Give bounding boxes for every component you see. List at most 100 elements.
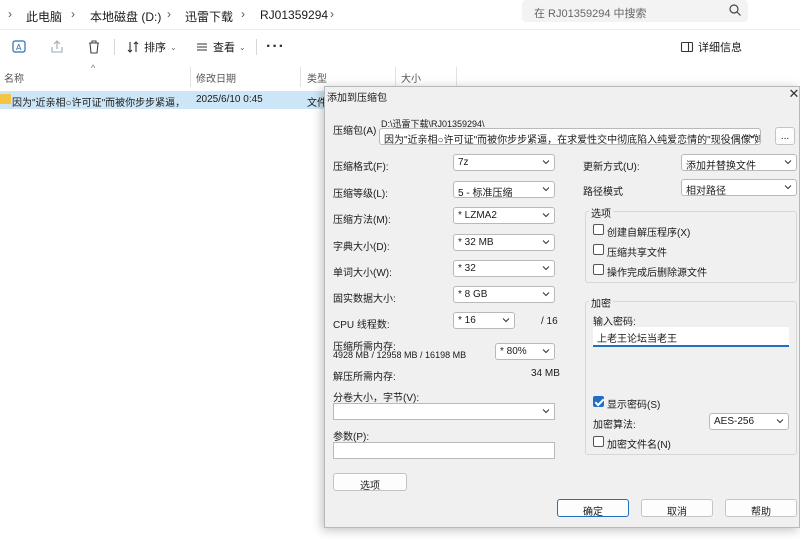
delete-icon[interactable] <box>85 38 103 56</box>
format-label: 压缩格式(F): <box>333 162 389 173</box>
word-size-label: 单词大小(W): <box>333 268 392 279</box>
chevron-down-icon <box>542 187 550 192</box>
breadcrumb-current[interactable]: RJ01359294 <box>260 8 328 22</box>
folder-icon <box>0 94 11 104</box>
column-divider[interactable] <box>300 67 301 87</box>
dialog-title: 添加到压缩包 <box>327 93 387 104</box>
add-to-archive-dialog: 添加到压缩包 ✕ 压缩包(A) D:\迅雷下载\RJ01359294\ 因为"近… <box>324 86 800 528</box>
archive-name-value: 因为"近亲相○许可证"而被你步步紧逼，在求爱性交中彻底陷入纯爱恋情的"现役偶像"… <box>384 135 761 145</box>
decompress-memory-label: 解压所需内存: <box>333 372 396 383</box>
column-size[interactable]: 大小 <box>401 70 421 85</box>
encrypt-names-label[interactable]: 加密文件名(N) <box>607 436 671 451</box>
more-button[interactable]: ··· <box>266 38 285 56</box>
column-divider[interactable] <box>456 67 457 87</box>
view-label: 查看 <box>213 42 235 54</box>
breadcrumb-folder[interactable]: 迅雷下载 <box>185 8 233 25</box>
method-value: * LZMA2 <box>458 210 497 221</box>
threads-label: CPU 线程数: <box>333 320 390 331</box>
browse-button[interactable]: ... <box>775 127 795 145</box>
close-icon[interactable]: ✕ <box>787 87 800 101</box>
encrypt-names-checkbox[interactable] <box>593 436 604 447</box>
update-mode-label: 更新方式(U): <box>583 162 640 173</box>
level-value: 5 - 标准压缩 <box>458 188 513 198</box>
chevron-right-icon: › <box>330 7 334 21</box>
solid-size-select[interactable]: * 8 GB <box>453 286 555 303</box>
chevron-down-icon <box>748 134 756 139</box>
toolbar-divider <box>256 39 257 55</box>
level-select[interactable]: 5 - 标准压缩 <box>453 181 555 198</box>
help-button[interactable]: 帮助 <box>725 499 797 518</box>
level-label: 压缩等级(L): <box>333 189 388 200</box>
ok-button[interactable]: 确定 <box>557 499 629 518</box>
sort-button[interactable]: 排序 ⌄ <box>126 38 177 56</box>
details-pane-icon <box>680 41 694 53</box>
threads-select[interactable]: * 16 <box>453 312 515 329</box>
split-size-combo[interactable] <box>333 403 555 420</box>
chevron-down-icon <box>542 240 550 245</box>
parameters-input[interactable] <box>333 442 555 459</box>
address-bar[interactable]: › 此电脑 › 本地磁盘 (D:) › 迅雷下载 › RJ01359294 › … <box>0 0 800 30</box>
shared-files-checkbox[interactable] <box>593 244 604 255</box>
svg-text:A: A <box>16 43 22 52</box>
sort-icon <box>127 41 139 53</box>
sfx-checkbox[interactable] <box>593 224 604 235</box>
chevron-down-icon <box>542 409 550 414</box>
update-mode-select[interactable]: 添加并替换文件 <box>681 154 797 171</box>
cancel-button[interactable]: 取消 <box>641 499 713 518</box>
dictionary-select[interactable]: * 32 MB <box>453 234 555 251</box>
sort-label: 排序 <box>144 42 166 54</box>
chevron-down-icon <box>542 292 550 297</box>
archive-label: 压缩包(A) <box>333 126 377 137</box>
search-input[interactable]: 在 RJ01359294 中搜索 <box>522 0 748 22</box>
options-button[interactable]: 选项 <box>333 473 407 492</box>
parameters-label: 参数(P): <box>333 432 370 443</box>
method-select[interactable]: * LZMA2 <box>453 207 555 224</box>
password-input[interactable]: 上老王论坛当老王 <box>593 327 789 347</box>
delete-after-label[interactable]: 操作完成后删除源文件 <box>607 264 707 279</box>
method-label: 压缩方法(M): <box>333 215 391 226</box>
sfx-label[interactable]: 创建自解压程序(X) <box>607 224 690 239</box>
word-size-value: * 32 <box>458 263 476 274</box>
solid-size-value: * 8 GB <box>458 289 488 300</box>
format-select[interactable]: 7z <box>453 154 555 171</box>
search-placeholder: 在 RJ01359294 中搜索 <box>534 8 647 20</box>
breadcrumb-drive[interactable]: 本地磁盘 (D:) <box>90 8 161 25</box>
encryption-group-title: 加密 <box>589 295 613 310</box>
column-divider[interactable] <box>190 67 191 87</box>
details-button[interactable]: 详细信息 <box>680 38 742 56</box>
rename-icon[interactable]: A <box>11 38 29 56</box>
archive-name-combo[interactable]: 因为"近亲相○许可证"而被你步步紧逼，在求爱性交中彻底陷入纯爱恋情的"现役偶像"… <box>379 128 761 145</box>
toolbar-divider <box>114 39 115 55</box>
show-password-checkbox[interactable] <box>593 396 604 407</box>
chevron-right-icon: › <box>71 7 75 21</box>
chevron-down-icon <box>784 160 792 165</box>
column-name[interactable]: 名称 <box>4 70 24 85</box>
view-button[interactable]: 查看 ⌄ <box>195 38 246 56</box>
chevron-down-icon: ⌄ <box>239 42 246 52</box>
password-value: 上老王论坛当老王 <box>597 334 677 345</box>
share-icon[interactable] <box>48 38 66 56</box>
path-mode-select[interactable]: 相对路径 <box>681 179 797 196</box>
decompress-memory-value: 34 MB <box>531 368 560 379</box>
delete-after-checkbox[interactable] <box>593 264 604 275</box>
chevron-right-icon: › <box>241 7 245 21</box>
show-password-label[interactable]: 显示密码(S) <box>607 396 660 411</box>
chevron-down-icon <box>784 185 792 190</box>
compress-memory-detail: 4928 MB / 12958 MB / 16198 MB <box>333 350 467 360</box>
dictionary-label: 字典大小(D): <box>333 242 390 253</box>
memory-percent-value: * 80% <box>500 346 527 357</box>
threads-value: * 16 <box>458 315 476 326</box>
column-modified[interactable]: 修改日期 <box>196 70 236 85</box>
column-divider[interactable] <box>395 67 396 87</box>
word-size-select[interactable]: * 32 <box>453 260 555 277</box>
chevron-right-icon: › <box>167 7 171 21</box>
shared-files-label[interactable]: 压缩共享文件 <box>607 244 667 259</box>
encryption-method-select[interactable]: AES-256 <box>709 413 789 430</box>
file-modified: 2025/6/10 0:45 <box>196 94 263 105</box>
chevron-down-icon <box>776 419 784 424</box>
memory-percent-select[interactable]: * 80% <box>495 343 555 360</box>
column-type[interactable]: 类型 <box>307 70 327 85</box>
options-group-title: 选项 <box>589 205 613 220</box>
breadcrumb-this-pc[interactable]: 此电脑 <box>26 8 62 25</box>
path-mode-label: 路径模式 <box>583 187 623 198</box>
